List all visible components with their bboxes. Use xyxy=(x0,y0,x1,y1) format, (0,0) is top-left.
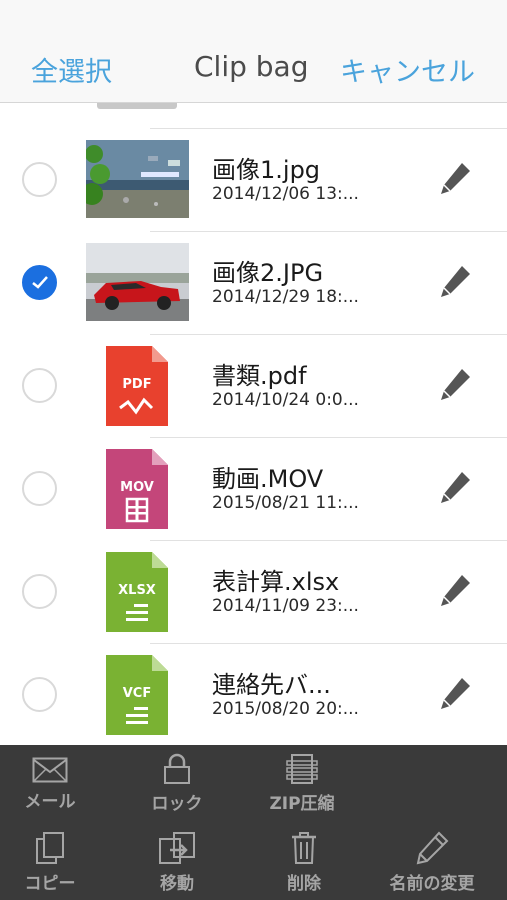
row-divider xyxy=(150,540,507,541)
select-checkbox[interactable] xyxy=(22,471,57,506)
file-date: 2015/08/21 11:... xyxy=(212,493,359,513)
image-thumbnail xyxy=(86,243,189,321)
spreadsheet-file-icon: XLSX xyxy=(106,552,168,632)
lock-button[interactable]: ロック xyxy=(127,753,227,814)
file-type-badge: MOV xyxy=(120,480,154,495)
navigation-bar: 全選択 Clip bag キャンセル xyxy=(0,0,507,103)
file-name: 画像1.jpg xyxy=(212,156,321,184)
pencil-icon[interactable] xyxy=(438,264,472,300)
row-divider xyxy=(150,231,507,232)
select-checkbox[interactable] xyxy=(22,368,57,403)
copy-button[interactable]: コピー xyxy=(0,831,100,894)
archive-icon xyxy=(286,754,318,784)
row-divider xyxy=(150,128,507,129)
list-item[interactable]: 画像1.jpg 2014/12/06 13:... xyxy=(0,128,507,231)
file-name: 連絡先バ... xyxy=(212,671,331,699)
rename-button[interactable]: 名前の変更 xyxy=(382,831,482,894)
cancel-button[interactable]: キャンセル xyxy=(340,50,475,89)
row-divider xyxy=(150,334,507,335)
list-item[interactable]: XLSX 表計算.xlsx 2014/11/09 23:... xyxy=(0,540,507,643)
file-date: 2014/12/06 13:... xyxy=(212,184,359,204)
contact-file-icon: VCF xyxy=(106,655,168,735)
lock-icon xyxy=(164,753,190,784)
move-icon xyxy=(159,832,195,864)
pencil-icon[interactable] xyxy=(438,676,472,712)
rename-label: 名前の変更 xyxy=(389,874,475,894)
move-button[interactable]: 移動 xyxy=(127,831,227,894)
select-checkbox[interactable] xyxy=(22,265,57,300)
list-item[interactable]: MOV 動画.MOV 2015/08/21 11:... xyxy=(0,437,507,540)
envelope-icon xyxy=(32,757,68,783)
delete-button[interactable]: 削除 xyxy=(254,831,354,894)
file-date: 2014/10/24 0:0... xyxy=(212,390,359,410)
action-toolbar: メール ロック ZIP圧縮 コピー 移動 削除 名前の変更 xyxy=(0,745,507,900)
move-label: 移動 xyxy=(160,874,194,894)
select-checkbox[interactable] xyxy=(22,162,57,197)
select-checkbox[interactable] xyxy=(22,677,57,712)
list-item[interactable]: 画像2.JPG 2014/12/29 18:... xyxy=(0,231,507,334)
mail-button[interactable]: メール xyxy=(0,757,100,812)
file-name: 表計算.xlsx xyxy=(212,568,340,596)
file-date: 2014/12/29 18:... xyxy=(212,287,359,307)
image-thumbnail xyxy=(86,140,189,218)
list-item[interactable]: PDF 書類.pdf 2014/10/24 0:0... xyxy=(0,334,507,437)
video-file-icon: MOV xyxy=(106,449,168,529)
file-date: 2015/08/20 20:... xyxy=(212,699,359,719)
pdf-file-icon: PDF xyxy=(106,346,168,426)
pencil-icon[interactable] xyxy=(438,573,472,609)
checkmark-icon xyxy=(32,276,48,289)
pencil-icon[interactable] xyxy=(438,470,472,506)
file-type-badge: XLSX xyxy=(118,583,156,598)
delete-label: 削除 xyxy=(287,874,321,894)
trash-icon xyxy=(292,832,316,864)
file-list: 画像1.jpg 2014/12/06 13:... 画像2.JPG 2014/1… xyxy=(0,128,507,746)
page-title: Clip bag xyxy=(194,50,309,83)
pull-tab xyxy=(97,103,177,109)
row-divider xyxy=(150,643,507,644)
zip-label: ZIP圧縮 xyxy=(269,794,335,814)
pencil-icon xyxy=(416,831,449,865)
row-divider xyxy=(150,437,507,438)
pencil-icon[interactable] xyxy=(438,161,472,197)
file-type-badge: PDF xyxy=(122,377,151,392)
zip-button[interactable]: ZIP圧縮 xyxy=(252,753,352,814)
select-all-button[interactable]: 全選択 xyxy=(31,50,112,89)
pencil-icon[interactable] xyxy=(438,367,472,403)
list-item[interactable]: VCF 連絡先バ... 2015/08/20 20:... xyxy=(0,643,507,746)
file-name: 書類.pdf xyxy=(212,362,307,390)
mail-label: メール xyxy=(24,792,76,812)
file-name: 画像2.JPG xyxy=(212,259,324,287)
copy-label: コピー xyxy=(24,874,76,894)
select-checkbox[interactable] xyxy=(22,574,57,609)
lock-label: ロック xyxy=(151,794,203,814)
screen: 全選択 Clip bag キャンセル 画像1.jpg 2014/12/06 13… xyxy=(0,0,507,900)
file-date: 2014/11/09 23:... xyxy=(212,596,359,616)
copy-icon xyxy=(36,832,64,864)
file-type-badge: VCF xyxy=(123,686,151,701)
file-name: 動画.MOV xyxy=(212,465,324,493)
